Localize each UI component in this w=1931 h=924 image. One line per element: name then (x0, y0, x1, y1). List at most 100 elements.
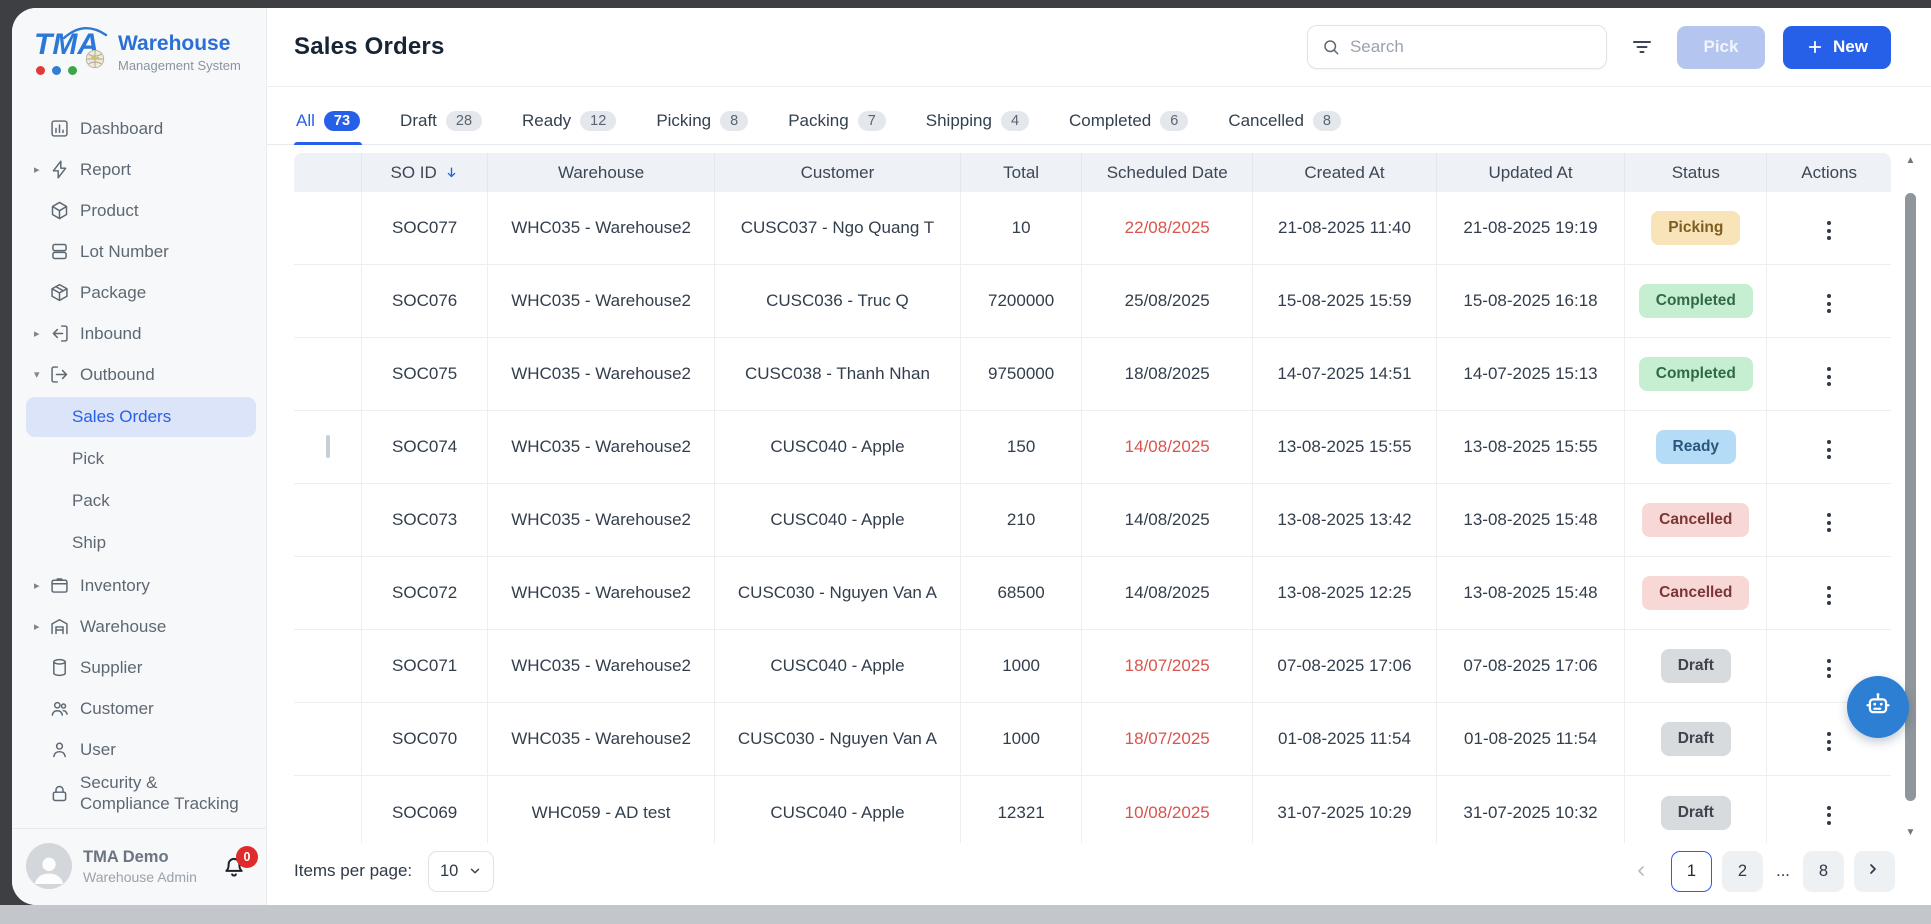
cell-created-at: 21-08-2025 11:40 (1252, 192, 1436, 265)
tab-all[interactable]: All73 (294, 107, 362, 144)
sidebar-item-label: Supplier (80, 657, 142, 678)
sidebar-item-user[interactable]: User (26, 729, 256, 770)
brand-block: Warehouse Management System (118, 30, 241, 73)
tab-count-badge: 8 (720, 111, 748, 131)
search-input[interactable] (1350, 37, 1592, 57)
tab-ready[interactable]: Ready12 (520, 107, 618, 144)
row-actions-menu-icon[interactable] (1821, 288, 1837, 319)
column-header-updated-at[interactable]: Updated At (1436, 153, 1624, 192)
previous-page-button[interactable] (1620, 851, 1661, 892)
page-button-8[interactable]: 8 (1803, 851, 1844, 892)
cell-status: Ready (1624, 411, 1766, 484)
tab-picking[interactable]: Picking8 (654, 107, 750, 144)
cell-total: 9750000 (960, 338, 1081, 411)
sidebar-item-supplier[interactable]: Supplier (26, 647, 256, 688)
pick-button[interactable]: Pick (1677, 26, 1765, 69)
sidebar-item-report[interactable]: ▸Report (26, 149, 256, 190)
sidebar-item-product[interactable]: Product (26, 190, 256, 231)
page-button-2[interactable]: 2 (1722, 851, 1763, 892)
sidebar-item-dashboard[interactable]: Dashboard (26, 108, 256, 149)
cell-actions (1766, 338, 1891, 411)
sidebar-item-inbound[interactable]: ▸Inbound (26, 313, 256, 354)
sidebar-item-sales-orders[interactable]: Sales Orders (26, 397, 256, 437)
caret-right-icon[interactable]: ▸ (34, 620, 48, 633)
sidebar-item-warehouse[interactable]: ▸ Warehouse (26, 606, 256, 647)
sidebar-item-label: Lot Number (80, 241, 169, 262)
chatbot-fab[interactable] (1847, 676, 1909, 738)
tab-draft[interactable]: Draft28 (398, 107, 484, 144)
sidebar-item-customer[interactable]: Customer (26, 688, 256, 729)
sidebar-item-ship[interactable]: Ship (26, 523, 256, 563)
sidebar-item-package[interactable]: Package (26, 272, 256, 313)
scrollbar-track[interactable] (1905, 167, 1916, 827)
caret-right-icon[interactable]: ▸ (34, 579, 48, 592)
scroll-down-arrow[interactable]: ▼ (1906, 827, 1916, 839)
tab-count-badge: 6 (1160, 111, 1188, 131)
tab-completed[interactable]: Completed6 (1067, 107, 1190, 144)
caret-right-icon[interactable]: ▸ (34, 327, 48, 340)
caret-down-icon[interactable]: ▾ (34, 368, 48, 381)
next-page-button[interactable] (1854, 851, 1895, 892)
user-box[interactable]: TMA Demo Warehouse Admin 0 (12, 828, 266, 905)
tab-label: Ready (522, 111, 571, 131)
row-actions-menu-icon[interactable] (1821, 215, 1837, 246)
table-row-soc070: SOC070WHC035 - Warehouse2CUSC030 - Nguye… (294, 703, 1891, 776)
status-badge: Draft (1661, 796, 1731, 830)
cell-select (294, 557, 361, 630)
cell-so-id: SOC071 (361, 630, 487, 703)
sidebar-item-lot-number[interactable]: Lot Number (26, 231, 256, 272)
page-header: Sales Orders Pick New (267, 8, 1931, 87)
tab-cancelled[interactable]: Cancelled8 (1226, 107, 1343, 144)
sidebar-item-outbound[interactable]: ▾Outbound (26, 354, 256, 395)
tab-count-badge: 4 (1001, 111, 1029, 131)
scroll-up-arrow[interactable]: ▲ (1906, 155, 1916, 167)
column-header-created-at[interactable]: Created At (1252, 153, 1436, 192)
search-box[interactable] (1307, 25, 1607, 69)
sidebar-nav: Dashboard▸ReportProduct Lot Number Package… (12, 92, 266, 828)
column-header-total[interactable]: Total (960, 153, 1081, 192)
sidebar-item-security-compliance-tracking[interactable]: Security & Compliance Tracking (26, 770, 256, 817)
status-badge: Picking (1651, 211, 1740, 245)
tab-packing[interactable]: Packing7 (786, 107, 888, 144)
column-header-scheduled-date[interactable]: Scheduled Date (1081, 153, 1252, 192)
page-button-1[interactable]: 1 (1671, 851, 1712, 892)
new-button[interactable]: New (1783, 26, 1891, 69)
row-actions-menu-icon[interactable] (1821, 361, 1837, 392)
sidebar-item-inventory[interactable]: ▸Inventory (26, 565, 256, 606)
tab-shipping[interactable]: Shipping4 (924, 107, 1031, 144)
new-button-label: New (1833, 37, 1868, 57)
main-content: Sales Orders Pick New All73Draft28Ready1… (267, 8, 1931, 905)
sidebar-item-pick[interactable]: Pick (26, 439, 256, 479)
cell-total: 150 (960, 411, 1081, 484)
cell-customer: CUSC038 - Thanh Nhan (714, 338, 960, 411)
sidebar-item-pack[interactable]: Pack (26, 481, 256, 521)
outbound-icon (48, 364, 70, 386)
row-checkbox[interactable] (326, 435, 330, 458)
row-actions-menu-icon[interactable] (1821, 653, 1837, 684)
row-actions-menu-icon[interactable] (1821, 434, 1837, 465)
column-header-so-id[interactable]: SO ID (361, 153, 487, 192)
row-actions-menu-icon[interactable] (1821, 726, 1837, 757)
cell-scheduled-date: 14/08/2025 (1081, 484, 1252, 557)
column-header-status[interactable]: Status (1624, 153, 1766, 192)
column-header-actions[interactable]: Actions (1766, 153, 1891, 192)
cell-so-id: SOC069 (361, 776, 487, 843)
row-actions-menu-icon[interactable] (1821, 507, 1837, 538)
notifications-button[interactable]: 0 (220, 852, 248, 880)
row-actions-menu-icon[interactable] (1821, 800, 1837, 831)
row-actions-menu-icon[interactable] (1821, 580, 1837, 611)
filter-button[interactable] (1625, 30, 1659, 64)
cell-so-id: SOC077 (361, 192, 487, 265)
items-per-page-select[interactable]: 10 (428, 851, 494, 892)
column-header-customer[interactable]: Customer (714, 153, 960, 192)
sidebar-item-settings[interactable]: Settings (26, 817, 256, 829)
sort-descending-icon[interactable] (444, 165, 459, 180)
column-header-label: Created At (1304, 163, 1384, 183)
column-header-warehouse[interactable]: Warehouse (487, 153, 714, 192)
cell-warehouse: WHC035 - Warehouse2 (487, 265, 714, 338)
cell-select (294, 776, 361, 843)
sidebar-item-label: Warehouse (80, 616, 166, 637)
caret-right-icon[interactable]: ▸ (34, 163, 48, 176)
table-scrollbar[interactable]: ▲ ▼ (1903, 155, 1918, 839)
cell-select (294, 630, 361, 703)
